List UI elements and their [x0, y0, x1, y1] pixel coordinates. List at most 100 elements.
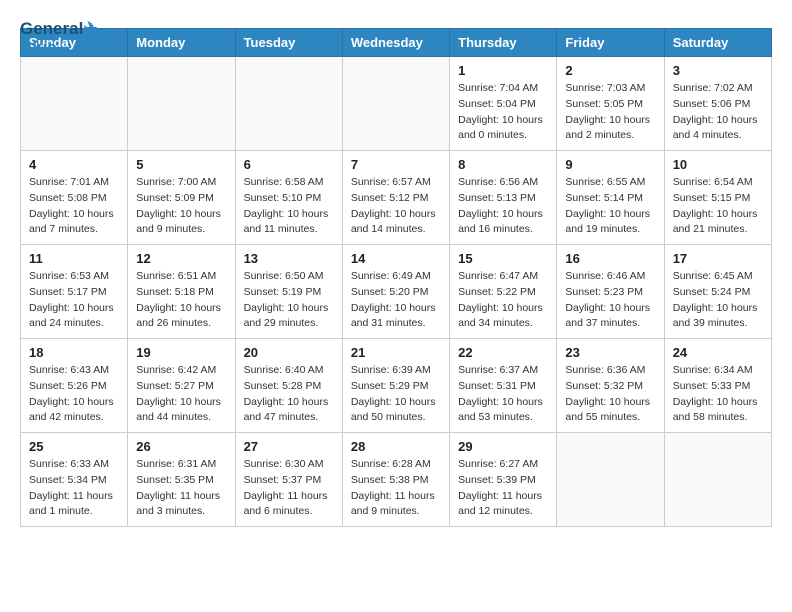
calendar-cell: 3 Sunrise: 7:02 AMSunset: 5:06 PMDaylight…: [664, 57, 771, 151]
calendar-week-row: 18 Sunrise: 6:43 AMSunset: 5:26 PMDayligh…: [21, 339, 772, 433]
day-number: 12: [136, 251, 226, 266]
calendar-cell: [342, 57, 449, 151]
calendar-cell: 23 Sunrise: 6:36 AMSunset: 5:32 PMDayligh…: [557, 339, 664, 433]
day-info: Sunrise: 6:56 AMSunset: 5:13 PMDaylight:…: [458, 175, 548, 238]
day-number: 28: [351, 439, 441, 454]
calendar-cell: 4Sunrise: 7:01 AMSunset: 5:08 PMDaylight…: [21, 151, 128, 245]
calendar-cell: [21, 57, 128, 151]
calendar-cell: 29Sunrise: 6:27 AMSunset: 5:39 PMDayligh…: [450, 433, 557, 527]
day-number: 14: [351, 251, 441, 266]
calendar-cell: 5 Sunrise: 7:00 AMSunset: 5:09 PMDaylight…: [128, 151, 235, 245]
calendar-week-row: 11 Sunrise: 6:53 AMSunset: 5:17 PMDayligh…: [21, 245, 772, 339]
calendar-week-row: 1 Sunrise: 7:04 AMSunset: 5:04 PMDaylight…: [21, 57, 772, 151]
day-info: Sunrise: 7:02 AMSunset: 5:06 PMDaylight:…: [673, 81, 763, 144]
day-number: 6: [244, 157, 334, 172]
day-info: Sunrise: 7:03 AMSunset: 5:05 PMDaylight:…: [565, 81, 655, 144]
calendar-week-row: 4Sunrise: 7:01 AMSunset: 5:08 PMDaylight…: [21, 151, 772, 245]
day-info: Sunrise: 7:04 AMSunset: 5:04 PMDaylight:…: [458, 81, 548, 144]
day-info: Sunrise: 7:00 AMSunset: 5:09 PMDaylight:…: [136, 175, 226, 238]
calendar-cell: 15 Sunrise: 6:47 AMSunset: 5:22 PMDayligh…: [450, 245, 557, 339]
day-of-week-header: Saturday: [664, 29, 771, 57]
calendar-cell: 13 Sunrise: 6:50 AMSunset: 5:19 PMDayligh…: [235, 245, 342, 339]
day-number: 22: [458, 345, 548, 360]
day-info: Sunrise: 6:45 AMSunset: 5:24 PMDaylight:…: [673, 269, 763, 332]
day-number: 3: [673, 63, 763, 78]
day-info: Sunrise: 6:46 AMSunset: 5:23 PMDaylight:…: [565, 269, 655, 332]
day-number: 24: [673, 345, 763, 360]
day-info: Sunrise: 6:53 AMSunset: 5:17 PMDaylight:…: [29, 269, 119, 332]
day-of-week-header: Thursday: [450, 29, 557, 57]
day-number: 25: [29, 439, 119, 454]
day-number: 13: [244, 251, 334, 266]
day-info: Sunrise: 6:58 AMSunset: 5:10 PMDaylight:…: [244, 175, 334, 238]
calendar-cell: 26 Sunrise: 6:31 AMSunset: 5:35 PMDayligh…: [128, 433, 235, 527]
day-number: 27: [244, 439, 334, 454]
day-number: 21: [351, 345, 441, 360]
day-info: Sunrise: 6:36 AMSunset: 5:32 PMDaylight:…: [565, 363, 655, 426]
day-info: Sunrise: 6:57 AMSunset: 5:12 PMDaylight:…: [351, 175, 441, 238]
day-info: Sunrise: 6:47 AMSunset: 5:22 PMDaylight:…: [458, 269, 548, 332]
day-of-week-header: Monday: [128, 29, 235, 57]
calendar-cell: [235, 57, 342, 151]
day-number: 8: [458, 157, 548, 172]
day-number: 18: [29, 345, 119, 360]
calendar-cell: 20 Sunrise: 6:40 AMSunset: 5:28 PMDayligh…: [235, 339, 342, 433]
calendar-cell: 2Sunrise: 7:03 AMSunset: 5:05 PMDaylight…: [557, 57, 664, 151]
calendar-cell: 25Sunrise: 6:33 AMSunset: 5:34 PMDayligh…: [21, 433, 128, 527]
day-number: 5: [136, 157, 226, 172]
day-number: 15: [458, 251, 548, 266]
calendar-cell: 28 Sunrise: 6:28 AMSunset: 5:38 PMDayligh…: [342, 433, 449, 527]
calendar-cell: 6 Sunrise: 6:58 AMSunset: 5:10 PMDaylight…: [235, 151, 342, 245]
day-info: Sunrise: 6:40 AMSunset: 5:28 PMDaylight:…: [244, 363, 334, 426]
calendar-cell: 16Sunrise: 6:46 AMSunset: 5:23 PMDayligh…: [557, 245, 664, 339]
calendar-cell: [664, 433, 771, 527]
day-info: Sunrise: 6:28 AMSunset: 5:38 PMDaylight:…: [351, 457, 441, 520]
calendar-week-row: 25Sunrise: 6:33 AMSunset: 5:34 PMDayligh…: [21, 433, 772, 527]
day-info: Sunrise: 6:54 AMSunset: 5:15 PMDaylight:…: [673, 175, 763, 238]
day-number: 10: [673, 157, 763, 172]
calendar-cell: 7 Sunrise: 6:57 AMSunset: 5:12 PMDaylight…: [342, 151, 449, 245]
calendar-cell: 9 Sunrise: 6:55 AMSunset: 5:14 PMDaylight…: [557, 151, 664, 245]
day-number: 9: [565, 157, 655, 172]
day-info: Sunrise: 6:43 AMSunset: 5:26 PMDaylight:…: [29, 363, 119, 426]
calendar-cell: 1 Sunrise: 7:04 AMSunset: 5:04 PMDaylight…: [450, 57, 557, 151]
day-of-week-header: Tuesday: [235, 29, 342, 57]
day-info: Sunrise: 6:55 AMSunset: 5:14 PMDaylight:…: [565, 175, 655, 238]
day-number: 26: [136, 439, 226, 454]
calendar-cell: 12 Sunrise: 6:51 AMSunset: 5:18 PMDayligh…: [128, 245, 235, 339]
calendar-cell: 10 Sunrise: 6:54 AMSunset: 5:15 PMDayligh…: [664, 151, 771, 245]
calendar-cell: 17 Sunrise: 6:45 AMSunset: 5:24 PMDayligh…: [664, 245, 771, 339]
calendar-cell: 21 Sunrise: 6:39 AMSunset: 5:29 PMDayligh…: [342, 339, 449, 433]
day-number: 23: [565, 345, 655, 360]
day-of-week-header: Friday: [557, 29, 664, 57]
day-number: 4: [29, 157, 119, 172]
day-info: Sunrise: 6:34 AMSunset: 5:33 PMDaylight:…: [673, 363, 763, 426]
calendar-cell: 18 Sunrise: 6:43 AMSunset: 5:26 PMDayligh…: [21, 339, 128, 433]
calendar-cell: [557, 433, 664, 527]
day-number: 7: [351, 157, 441, 172]
day-info: Sunrise: 6:51 AMSunset: 5:18 PMDaylight:…: [136, 269, 226, 332]
calendar-cell: 22 Sunrise: 6:37 AMSunset: 5:31 PMDayligh…: [450, 339, 557, 433]
day-info: Sunrise: 6:27 AMSunset: 5:39 PMDaylight:…: [458, 457, 548, 520]
logo-bird-icon: ✈: [83, 19, 97, 38]
calendar-cell: 24 Sunrise: 6:34 AMSunset: 5:33 PMDayligh…: [664, 339, 771, 433]
logo-general: General: [20, 19, 83, 38]
day-info: Sunrise: 6:39 AMSunset: 5:29 PMDaylight:…: [351, 363, 441, 426]
logo: General✈ Blue: [20, 20, 98, 57]
calendar-cell: 8 Sunrise: 6:56 AMSunset: 5:13 PMDaylight…: [450, 151, 557, 245]
day-number: 1: [458, 63, 548, 78]
day-number: 20: [244, 345, 334, 360]
day-info: Sunrise: 6:37 AMSunset: 5:31 PMDaylight:…: [458, 363, 548, 426]
day-number: 17: [673, 251, 763, 266]
calendar-cell: [128, 57, 235, 151]
calendar-table: SundayMondayTuesdayWednesdayThursdayFrid…: [20, 28, 772, 527]
day-number: 11: [29, 251, 119, 266]
day-info: Sunrise: 6:42 AMSunset: 5:27 PMDaylight:…: [136, 363, 226, 426]
calendar-cell: 11 Sunrise: 6:53 AMSunset: 5:17 PMDayligh…: [21, 245, 128, 339]
day-info: Sunrise: 6:50 AMSunset: 5:19 PMDaylight:…: [244, 269, 334, 332]
day-info: Sunrise: 6:31 AMSunset: 5:35 PMDaylight:…: [136, 457, 226, 520]
day-info: Sunrise: 6:49 AMSunset: 5:20 PMDaylight:…: [351, 269, 441, 332]
calendar-cell: 27Sunrise: 6:30 AMSunset: 5:37 PMDayligh…: [235, 433, 342, 527]
calendar-cell: 14 Sunrise: 6:49 AMSunset: 5:20 PMDayligh…: [342, 245, 449, 339]
day-number: 19: [136, 345, 226, 360]
